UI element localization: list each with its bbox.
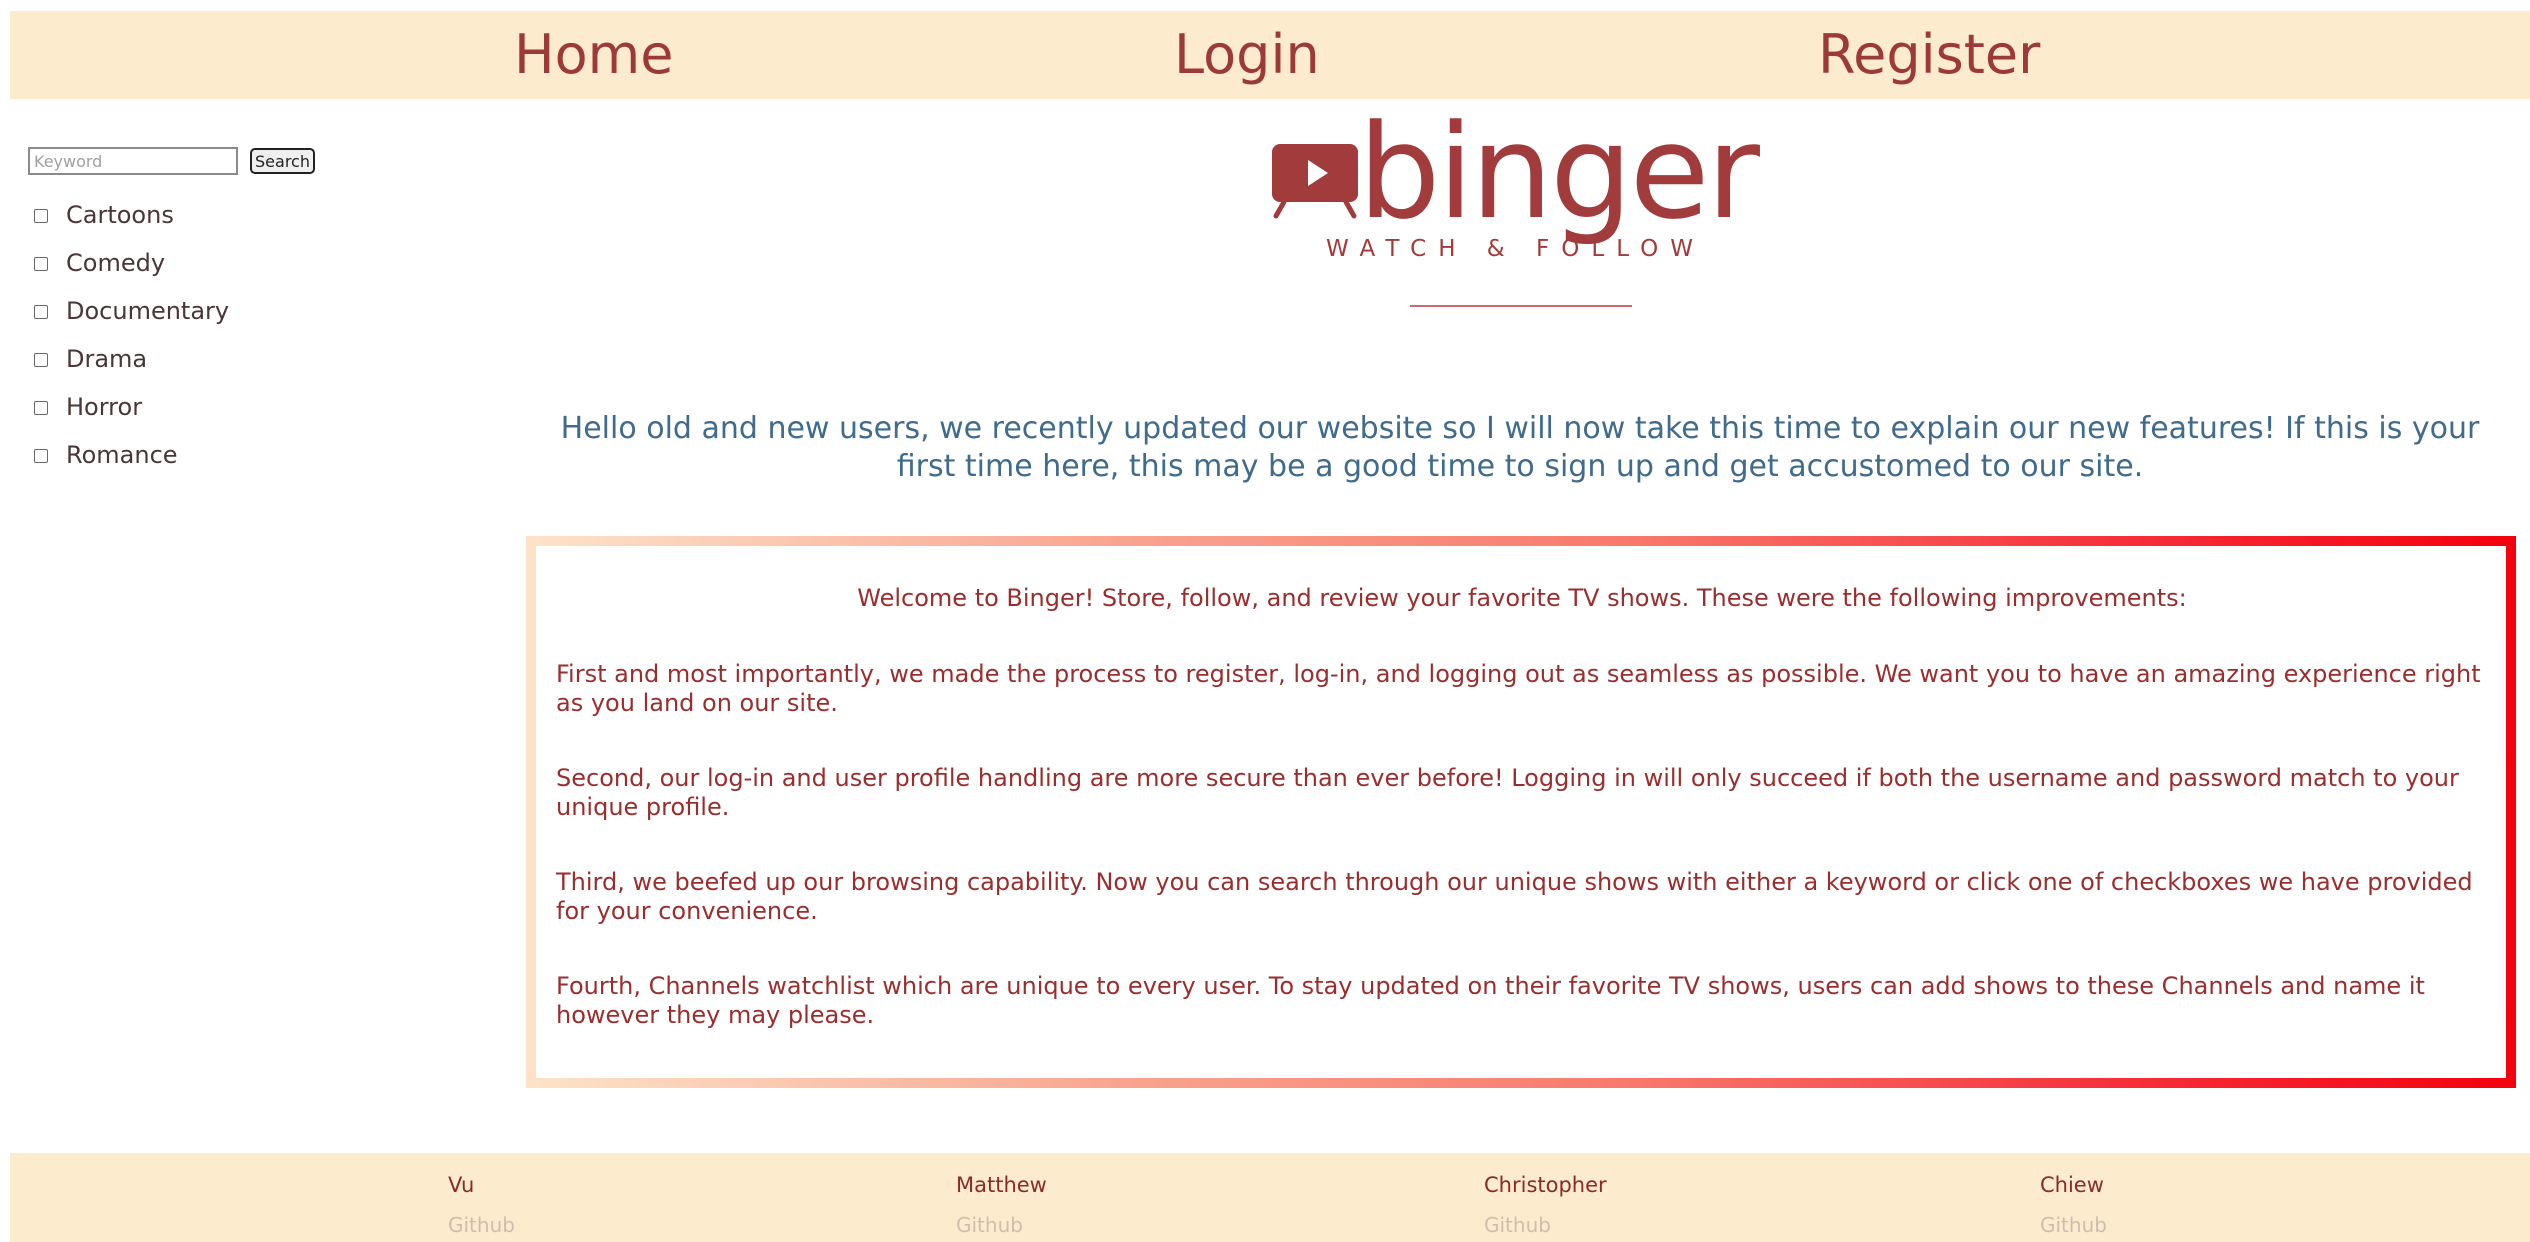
genre-checkbox[interactable] bbox=[34, 353, 48, 367]
nav-home-link[interactable]: Home bbox=[514, 11, 673, 99]
credit-chiew: Chiew Github bbox=[2040, 1173, 2107, 1237]
feature-paragraph-4: Fourth, Channels watchlist which are uni… bbox=[556, 972, 2425, 1029]
github-link[interactable]: Github bbox=[1484, 1213, 1607, 1237]
intro-text: Hello old and new users, we recently upd… bbox=[560, 411, 2480, 484]
search-input[interactable] bbox=[28, 147, 238, 175]
genre-label: Comedy bbox=[66, 249, 166, 277]
nav-register-link[interactable]: Register bbox=[1818, 11, 2040, 99]
genre-checkbox[interactable] bbox=[34, 257, 48, 271]
genre-label: Romance bbox=[66, 441, 178, 469]
welcome-text: Welcome to Binger! Store, follow, and re… bbox=[857, 584, 2187, 612]
credit-vu: Vu Github bbox=[448, 1173, 515, 1237]
credit-matthew: Matthew Github bbox=[956, 1173, 1047, 1237]
logo-tagline: WATCH & FOLLOW bbox=[1326, 236, 1706, 262]
page: Home Login Register Search Cartoons Come… bbox=[0, 0, 2530, 1242]
binger-logo: binger WATCH & FOLLOW bbox=[1268, 96, 1768, 312]
github-link[interactable]: Github bbox=[448, 1213, 515, 1237]
search-form: Search bbox=[28, 145, 428, 177]
genre-label: Drama bbox=[66, 345, 148, 373]
credit-christopher: Christopher Github bbox=[1484, 1173, 1607, 1237]
search-button[interactable]: Search bbox=[250, 148, 315, 174]
credit-name: Matthew bbox=[956, 1173, 1047, 1197]
genre-checkbox[interactable] bbox=[34, 209, 48, 223]
genre-label: Cartoons bbox=[66, 201, 174, 229]
nav-login-link[interactable]: Login bbox=[1174, 11, 1320, 99]
logo-wordmark: binger bbox=[1358, 96, 1760, 248]
genre-label: Horror bbox=[66, 393, 143, 421]
sidebar: Search Cartoons Comedy Documentary Drama… bbox=[28, 145, 428, 469]
genre-label: Documentary bbox=[66, 297, 230, 325]
feature-paragraph-2: Second, our log-in and user profile hand… bbox=[556, 764, 2459, 821]
feature-paragraph-3: Third, we beefed up our browsing capabil… bbox=[556, 868, 2473, 925]
feature-paragraph-1: First and most importantly, we made the … bbox=[556, 660, 2481, 717]
genre-checkbox[interactable] bbox=[34, 449, 48, 463]
features-box: Welcome to Binger! Store, follow, and re… bbox=[526, 536, 2516, 1088]
credit-name: Chiew bbox=[2040, 1173, 2104, 1197]
credit-name: Christopher bbox=[1484, 1173, 1607, 1197]
logo-divider bbox=[1410, 305, 1632, 307]
github-link[interactable]: Github bbox=[2040, 1213, 2107, 1237]
genre-checkbox[interactable] bbox=[34, 305, 48, 319]
play-tv-icon bbox=[1270, 142, 1362, 224]
genre-checkbox[interactable] bbox=[34, 401, 48, 415]
footer: Vu Github Matthew Github Christopher Git… bbox=[10, 1153, 2530, 1242]
github-link[interactable]: Github bbox=[956, 1213, 1047, 1237]
credit-name: Vu bbox=[448, 1173, 475, 1197]
top-nav: Home Login Register bbox=[10, 11, 2530, 99]
features-content: Welcome to Binger! Store, follow, and re… bbox=[536, 546, 2506, 1078]
